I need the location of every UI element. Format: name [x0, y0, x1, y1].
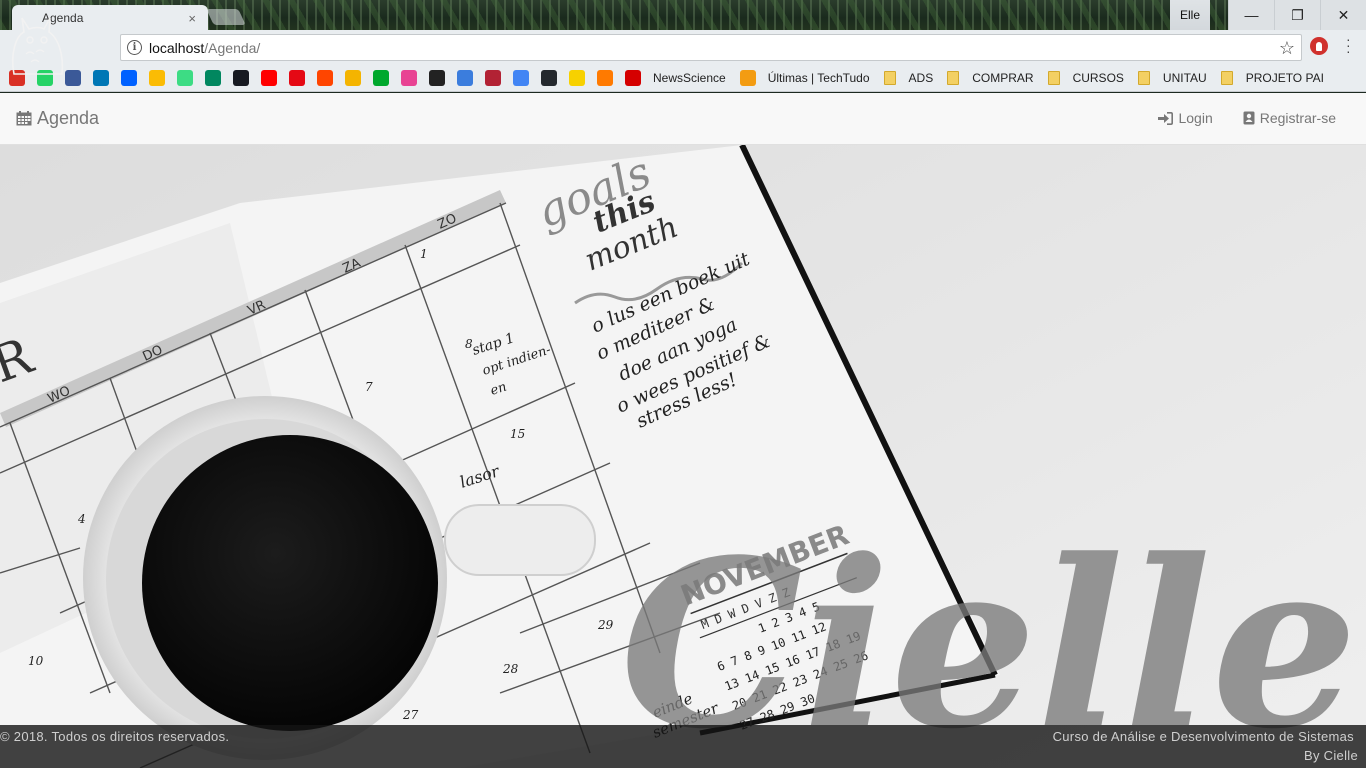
- brand-label: Agenda: [37, 108, 100, 128]
- day-number: 28: [502, 662, 519, 676]
- bookmark-star-icon[interactable]: ☆: [1279, 38, 1295, 59]
- folder-icon: [1220, 70, 1233, 85]
- address-book-icon: [1243, 111, 1255, 125]
- new-tab-button[interactable]: [206, 9, 246, 25]
- bookmark-none[interactable]: NewsScience: [653, 71, 726, 85]
- browser-toolbar: i localhost /Agenda/ ☆: [0, 30, 1366, 64]
- youtube-icon[interactable]: [261, 69, 277, 86]
- keep-icon[interactable]: [345, 69, 361, 86]
- course-text: Curso de Análise e Desenvolvimento de Si…: [1052, 729, 1354, 744]
- sun-gear-icon[interactable]: [597, 69, 613, 86]
- bookmark-label: PROJETO PAI: [1245, 70, 1324, 85]
- evernote-icon[interactable]: [373, 69, 389, 86]
- bookmark-folder[interactable]: CURSOS: [1047, 70, 1124, 85]
- day-number: 7: [365, 380, 373, 394]
- bookmark-label: CURSOS: [1072, 70, 1124, 85]
- reddit-icon[interactable]: [317, 69, 333, 86]
- github-icon[interactable]: [541, 69, 557, 86]
- steam-icon[interactable]: [233, 69, 249, 86]
- day-number: 10: [28, 654, 44, 668]
- restore-button[interactable]: ❐: [1274, 0, 1320, 30]
- bookmark-label: NewsScience: [653, 70, 726, 85]
- bookmark-logo[interactable]: Últimas | TechTudo: [739, 69, 870, 86]
- calendar-icon: [16, 111, 32, 126]
- totoro-avatar-icon: [11, 17, 64, 75]
- close-window-button[interactable]: ✕: [1320, 0, 1366, 30]
- bookmark-label: Últimas | TechTudo: [767, 70, 870, 85]
- minimize-button[interactable]: —: [1228, 0, 1274, 30]
- page-viewport: WO DO VR ZA ZO 1 8 7 15 4 10 29 28 27 st…: [0, 93, 1366, 768]
- day-number: 1: [420, 247, 428, 261]
- copyright-text: © 2018. Todos os direitos reservados.: [0, 729, 230, 744]
- google-play-icon[interactable]: [205, 69, 221, 86]
- brand-link[interactable]: Agenda: [16, 108, 99, 129]
- speedometer-icon[interactable]: [429, 69, 445, 86]
- flag-icon[interactable]: [485, 69, 501, 86]
- tab-close-icon[interactable]: ×: [188, 11, 196, 26]
- extension-icon[interactable]: [1310, 37, 1328, 55]
- calendar-24-icon[interactable]: [457, 69, 473, 86]
- bookmark-folder[interactable]: UNITAU: [1137, 70, 1207, 85]
- address-bar[interactable]: i localhost /Agenda/ ☆: [120, 34, 1302, 61]
- folder-icon: [1137, 70, 1150, 85]
- info-icon[interactable]: i: [127, 40, 142, 55]
- mosaic-icon[interactable]: [401, 69, 417, 86]
- s-logo-icon[interactable]: [625, 69, 641, 86]
- folder-icon: [883, 70, 896, 85]
- site-navbar: Agenda Login Registrar-se: [0, 93, 1366, 145]
- folder-icon: [1047, 70, 1060, 85]
- bookmark-label: UNITAU: [1162, 70, 1207, 85]
- linkedin-icon[interactable]: [93, 69, 109, 86]
- browser-menu-icon[interactable]: · · ·: [1346, 32, 1351, 58]
- login-link[interactable]: Login: [1158, 110, 1213, 126]
- url-path: /Agenda/: [204, 39, 261, 56]
- android-icon[interactable]: [177, 69, 193, 86]
- day-number: 27: [402, 708, 419, 722]
- bookmarks-bar: NewsScience Últimas | TechTudo ADS COMPRAR C…: [0, 64, 1366, 92]
- bookmark-folder[interactable]: ADS: [883, 70, 934, 85]
- author-text: By Cielle: [1304, 748, 1358, 763]
- google-sites-icon[interactable]: [513, 69, 529, 86]
- login-label: Login: [1178, 110, 1213, 126]
- day-number: 15: [510, 427, 525, 441]
- day-number: 4: [77, 512, 86, 526]
- dropbox-icon[interactable]: [121, 69, 137, 86]
- nav-links: Login Registrar-se: [1128, 110, 1336, 126]
- register-link[interactable]: Registrar-se: [1243, 110, 1336, 126]
- bookmark-label: ADS: [908, 70, 934, 85]
- google-drive-icon[interactable]: [149, 69, 165, 86]
- netflix-icon[interactable]: [289, 69, 305, 86]
- bookmark-label: COMPRAR: [972, 70, 1034, 85]
- window-controls: — ❐ ✕: [1228, 0, 1366, 30]
- bookmark-folder[interactable]: PROJETO PAI: [1220, 70, 1324, 85]
- hero-background-image: WO DO VR ZA ZO 1 8 7 15 4 10 29 28 27 st…: [0, 93, 1366, 768]
- register-label: Registrar-se: [1259, 110, 1336, 126]
- folder-icon: [947, 70, 960, 85]
- sign-in-icon: [1158, 111, 1174, 125]
- bookmark-folder[interactable]: COMPRAR: [947, 70, 1034, 85]
- url-host: localhost: [149, 39, 205, 56]
- day-number: 29: [597, 618, 614, 632]
- profile-name[interactable]: Elle: [1169, 0, 1210, 30]
- techtudo-icon: [739, 69, 756, 86]
- smiley-icon[interactable]: [569, 69, 585, 86]
- site-footer: © 2018. Todos os direitos reservados. Cu…: [0, 725, 1366, 768]
